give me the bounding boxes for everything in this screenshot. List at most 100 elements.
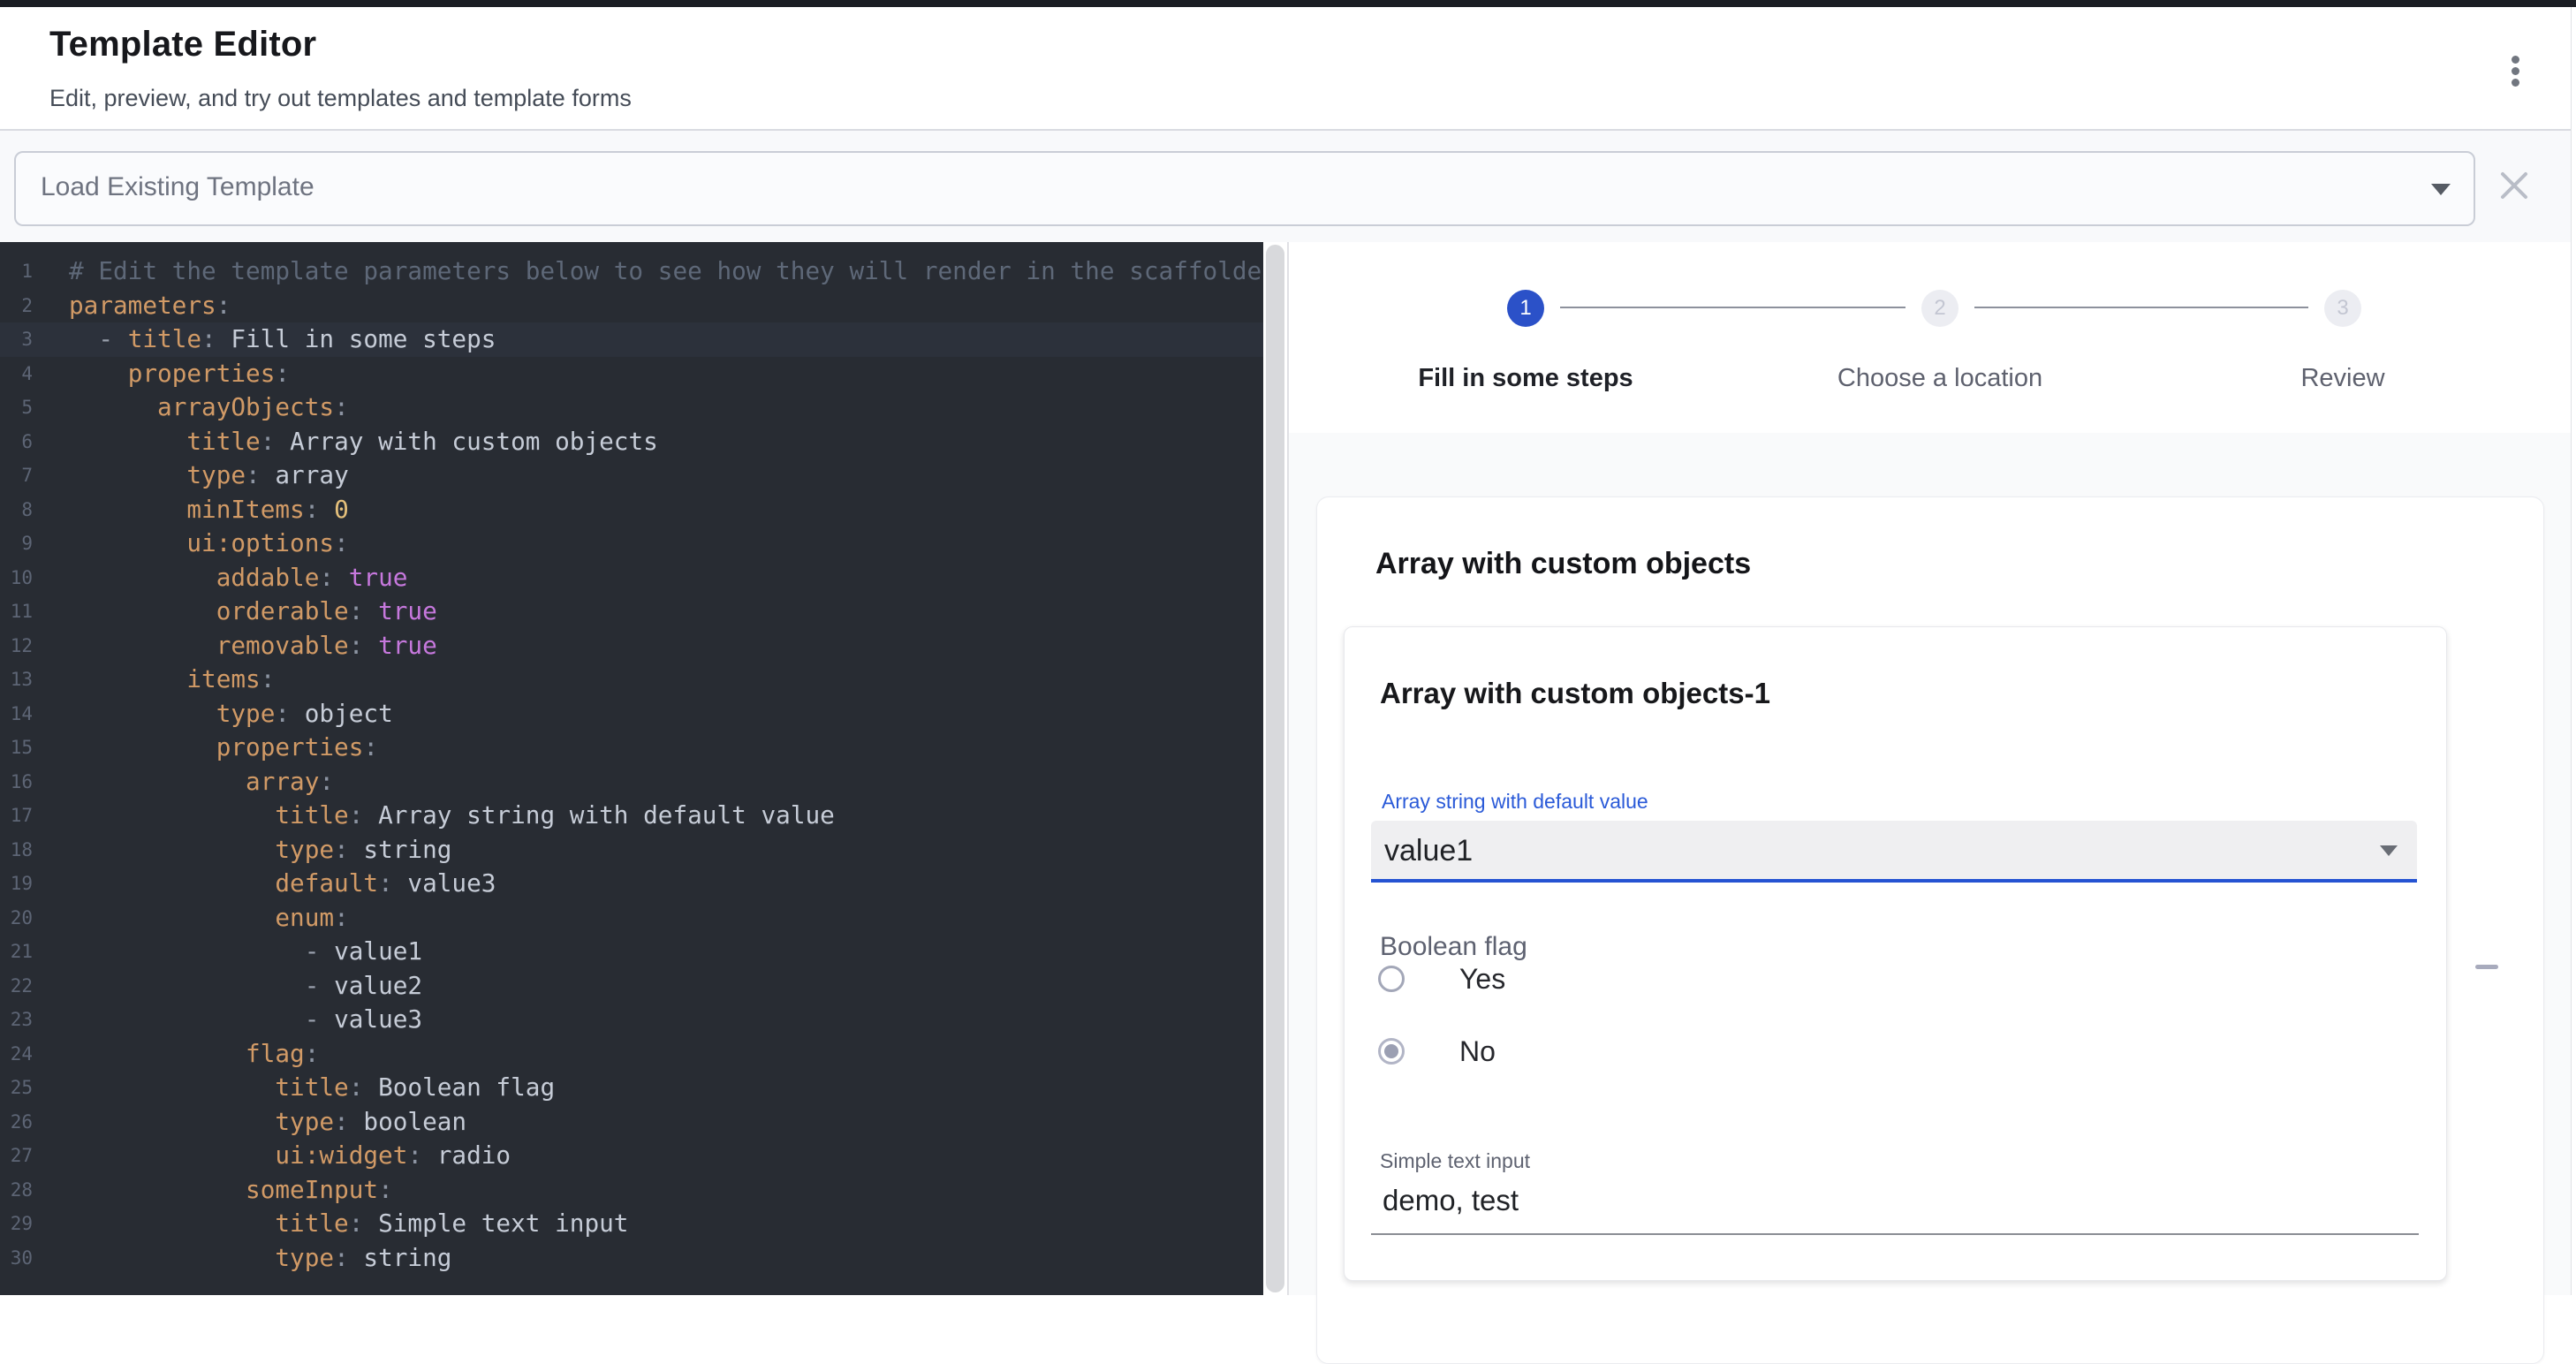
editor-line: 1# Edit the template parameters below to…	[0, 254, 1263, 289]
line-number: 4	[0, 357, 33, 391]
code-line-text: # Edit the template parameters below to …	[33, 254, 1263, 289]
line-number: 20	[0, 901, 33, 936]
step-circle-2[interactable]: 2	[1921, 290, 1959, 327]
code-line-text: - value1	[33, 935, 422, 969]
line-number: 15	[0, 731, 33, 765]
stepper-section-background	[1289, 242, 2576, 433]
code-line-text: title: Boolean flag	[33, 1071, 555, 1105]
code-line-text: enum:	[33, 901, 349, 936]
text-input-underline	[1371, 1233, 2419, 1235]
radio-option-no[interactable]: No	[1378, 1034, 1496, 1069]
line-number: 13	[0, 663, 33, 697]
step-circle-1[interactable]: 1	[1507, 290, 1544, 327]
code-line-text: type: object	[33, 697, 393, 731]
page-scroll-gutter[interactable]	[2571, 7, 2576, 1295]
radio-option-label: No	[1459, 1035, 1496, 1068]
line-number: 18	[0, 833, 33, 868]
editor-line: 13 items:	[0, 663, 1263, 697]
code-line-text: title: Array with custom objects	[33, 425, 658, 459]
code-line-text: ui:options:	[33, 527, 349, 561]
line-number: 9	[0, 527, 33, 561]
editor-line: 19 default: value3	[0, 867, 1263, 901]
editor-line: 28 someInput:	[0, 1173, 1263, 1208]
line-number: 27	[0, 1139, 33, 1173]
editor-scrollbar-thumb[interactable]	[1266, 245, 1284, 1292]
editor-line: 16 array:	[0, 765, 1263, 799]
editor-rows: 1# Edit the template parameters below to…	[0, 242, 1263, 1275]
editor-line: 21 - value1	[0, 935, 1263, 969]
code-line-text: minItems: 0	[33, 493, 349, 527]
code-line-text: someInput:	[33, 1173, 393, 1208]
page-header: Template Editor Edit, preview, and try o…	[0, 7, 2576, 131]
editor-line: 26 type: boolean	[0, 1105, 1263, 1140]
line-number: 6	[0, 425, 33, 459]
code-line-text: ui:widget: radio	[33, 1139, 511, 1173]
editor-line: 27 ui:widget: radio	[0, 1139, 1263, 1173]
step-circle-3[interactable]: 3	[2324, 290, 2361, 327]
step-label-2: Choose a location	[1837, 364, 2042, 393]
kebab-menu-button[interactable]	[2495, 49, 2534, 95]
line-number: 29	[0, 1207, 33, 1241]
line-number: 19	[0, 867, 33, 901]
radio-unselected-icon	[1378, 966, 1405, 992]
editor-line: 18 type: string	[0, 833, 1263, 868]
code-line-text: properties:	[33, 731, 378, 765]
editor-line: 25 title: Boolean flag	[0, 1071, 1263, 1105]
select-field-label: Array string with default value	[1382, 790, 1648, 814]
page-title: Template Editor	[49, 25, 316, 64]
editor-line: 24 flag:	[0, 1037, 1263, 1072]
array-string-select[interactable]: value1	[1371, 821, 2417, 883]
editor-scrollbar-track[interactable]	[1263, 242, 1287, 1295]
editor-line: 30 type: string	[0, 1241, 1263, 1276]
editor-line: 3 - title: Fill in some steps	[0, 322, 1263, 357]
code-line-text: type: string	[33, 833, 451, 868]
code-line-text: type: array	[33, 458, 349, 493]
editor-line: 29 title: Simple text input	[0, 1207, 1263, 1241]
remove-array-item-button[interactable]	[2464, 952, 2510, 981]
code-line-text: array:	[33, 765, 334, 799]
code-line-text: title: Array string with default value	[33, 799, 835, 833]
simple-text-input[interactable]: demo, test	[1383, 1184, 1519, 1217]
array-item-title: Array with custom objects-1	[1380, 677, 1770, 710]
line-number: 11	[0, 595, 33, 629]
code-line-text: orderable: true	[33, 595, 437, 629]
editor-line: 2parameters:	[0, 289, 1263, 323]
form-section-title: Array with custom objects	[1375, 547, 1751, 581]
radio-option-yes[interactable]: Yes	[1378, 961, 1505, 996]
step-label-1: Fill in some steps	[1418, 364, 1633, 393]
editor-line: 4 properties:	[0, 357, 1263, 391]
code-line-text: type: boolean	[33, 1105, 466, 1140]
load-existing-template-select[interactable]: Load Existing Template	[14, 151, 2475, 226]
yaml-code-editor[interactable]: 1# Edit the template parameters below to…	[0, 242, 1263, 1295]
line-number: 17	[0, 799, 33, 833]
window-top-bar	[0, 0, 2576, 7]
code-line-text: flag:	[33, 1037, 319, 1072]
step-connector-line	[1974, 307, 2308, 308]
code-line-text: title: Simple text input	[33, 1207, 628, 1241]
code-line-text: items:	[33, 663, 275, 697]
line-number: 23	[0, 1003, 33, 1037]
line-number: 12	[0, 629, 33, 663]
array-item-card: Array with custom objects-1 Array string…	[1344, 626, 2447, 1281]
code-line-text: properties:	[33, 357, 290, 391]
page-subtitle: Edit, preview, and try out templates and…	[49, 85, 632, 112]
radio-group-label: Boolean flag	[1380, 932, 1527, 962]
close-icon	[2497, 169, 2531, 202]
radio-selected-icon	[1378, 1038, 1405, 1065]
clear-template-button[interactable]	[2497, 169, 2531, 202]
radio-option-label: Yes	[1459, 963, 1505, 996]
line-number: 16	[0, 765, 33, 799]
code-line-text: addable: true	[33, 561, 407, 595]
editor-line: 9 ui:options:	[0, 527, 1263, 561]
line-number: 10	[0, 561, 33, 595]
editor-line: 10 addable: true	[0, 561, 1263, 595]
chevron-down-icon	[2380, 845, 2398, 856]
code-line-text: default: value3	[33, 867, 496, 901]
editor-line: 7 type: array	[0, 458, 1263, 493]
code-line-text: - value2	[33, 969, 422, 1004]
editor-line: 17 title: Array string with default valu…	[0, 799, 1263, 833]
step-label-3: Review	[2300, 364, 2384, 393]
line-number: 25	[0, 1071, 33, 1105]
line-number: 14	[0, 697, 33, 731]
load-template-bar: Load Existing Template	[0, 131, 2576, 243]
